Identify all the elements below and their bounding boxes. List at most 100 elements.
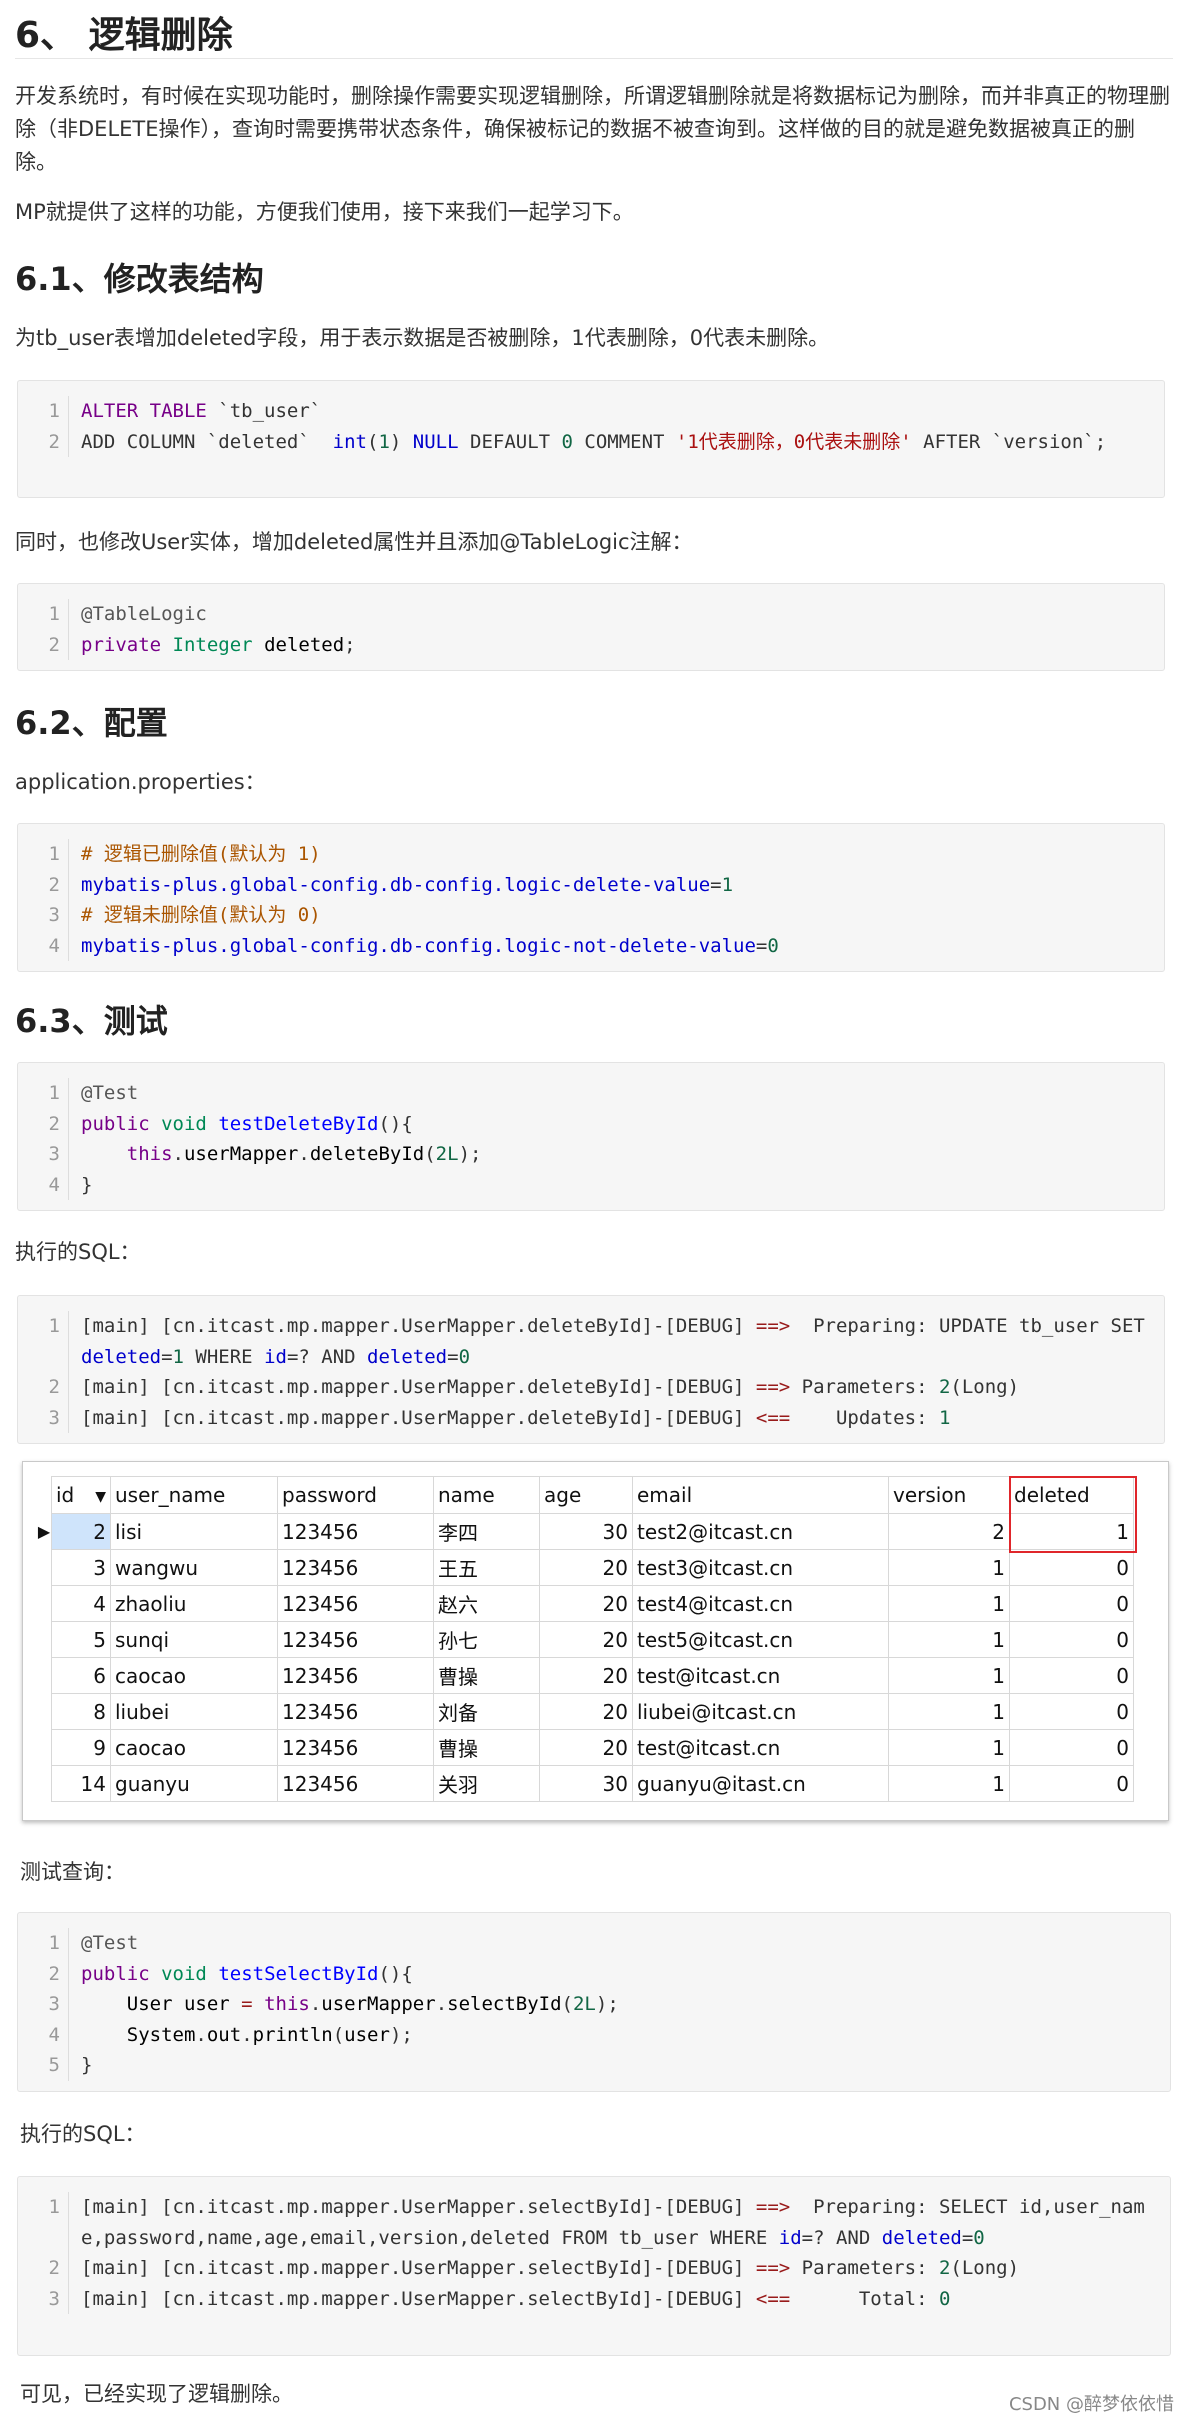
table-cell-user-name[interactable]: guanyu [110,1765,278,1802]
code-line: 2 private Integer deleted; [18,629,1164,660]
table-cell-user-name[interactable]: lisi [110,1513,278,1550]
table-cell-id[interactable]: 4 [51,1585,111,1622]
table-cell-age[interactable]: 20 [539,1657,633,1694]
column-header-email[interactable]: email [632,1476,889,1514]
subsection-title-6-3: 6.3、测试 [15,1002,168,1040]
table-cell-password[interactable]: 123456 [277,1693,434,1730]
column-header-name[interactable]: name [433,1476,540,1514]
column-header-password[interactable]: password [277,1476,434,1514]
table-cell-version[interactable]: 1 [888,1729,1010,1766]
table-cell-name[interactable]: 刘备 [433,1693,540,1730]
code-line: 3 User user = this.userMapper.selectById… [18,1989,1170,2020]
table-row[interactable]: 8 liubei 123456 刘备 20 liubei@itcast.cn 1 0 [37,1693,1134,1730]
section-title: 6、 逻辑删除 [15,15,233,56]
code-line: 1 @Test [18,1928,1170,1959]
table-cell-password[interactable]: 123456 [277,1621,434,1658]
footer-credit: CSDN @醉梦依依惜 [1008,2394,1174,2415]
table-cell-password[interactable]: 123456 [277,1657,434,1694]
table-row[interactable]: 14 guanyu 123456 关羽 30 guanyu@itast.cn 1 0 [37,1765,1134,1802]
table-cell-deleted[interactable]: 0 [1009,1585,1134,1622]
table-cell-id[interactable]: 5 [51,1621,111,1658]
table-cell-email[interactable]: test@itcast.cn [632,1729,889,1766]
table-cell-user-name[interactable]: wangwu [110,1549,278,1586]
column-header-age[interactable]: age [539,1476,633,1514]
table-cell-id[interactable]: 2 [51,1513,111,1550]
gutter-divider [68,1311,69,1372]
code-line: 3 [main] [cn.itcast.mp.mapper.UserMapper.… [18,2283,1170,2314]
table-cell-deleted[interactable]: 0 [1009,1729,1134,1766]
table-cell-version[interactable]: 1 [888,1549,1010,1586]
table-cell-name[interactable]: 王五 [433,1549,540,1586]
column-header-version[interactable]: version [888,1476,1010,1514]
column-header-user-name[interactable]: user_name [110,1476,278,1514]
gutter-divider [68,1928,69,1959]
table-cell-email[interactable]: test3@itcast.cn [632,1549,889,1586]
table-cell-deleted[interactable]: 0 [1009,1765,1134,1802]
table-cell-user-name[interactable]: caocao [110,1657,278,1694]
intro-paragraph-2: MP就提供了这样的功能，方便我们使用，接下来我们一起学习下。 [15,200,634,224]
code-text: ALTER TABLE `tb_user` [81,400,322,422]
table-row[interactable]: 5 sunqi 123456 孙七 20 test5@itcast.cn 1 0 [37,1621,1134,1658]
table-cell-email[interactable]: test2@itcast.cn [632,1513,889,1550]
code-text: [main] [cn.itcast.mp.mapper.UserMapper.d… [81,1376,1020,1398]
table-cell-password[interactable]: 123456 [277,1729,434,1766]
gutter-divider [68,2283,69,2314]
table-row[interactable]: 9 caocao 123456 曹操 20 test@itcast.cn 1 0 [37,1729,1134,1766]
table-row[interactable]: 6 caocao 123456 曹操 20 test@itcast.cn 1 0 [37,1657,1134,1694]
table-cell-name[interactable]: 曹操 [433,1657,540,1694]
table-cell-age[interactable]: 20 [539,1549,633,1586]
table-cell-user-name[interactable]: caocao [110,1729,278,1766]
table-cell-deleted[interactable]: 0 [1009,1657,1134,1694]
code-line: 2 mybatis-plus.global-config.db-config.lo… [18,869,1164,900]
table-cell-age[interactable]: 20 [539,1729,633,1766]
table-cell-id[interactable]: 6 [51,1657,111,1694]
table-cell-version[interactable]: 1 [888,1657,1010,1694]
table-cell-version[interactable]: 1 [888,1585,1010,1622]
table-cell-user-name[interactable]: sunqi [110,1621,278,1658]
table-cell-deleted[interactable]: 0 [1009,1693,1134,1730]
table-cell-age[interactable]: 30 [539,1513,633,1550]
table-cell-age[interactable]: 20 [539,1693,633,1730]
gutter-divider [68,426,69,457]
table-cell-password[interactable]: 123456 [277,1765,434,1802]
table-cell-name[interactable]: 赵六 [433,1585,540,1622]
table-cell-id[interactable]: 14 [51,1765,111,1802]
column-header-id[interactable]: id ▼ [51,1476,111,1514]
table-cell-name[interactable]: 孙七 [433,1621,540,1658]
table-cell-user-name[interactable]: liubei [110,1693,278,1730]
table-cell-email[interactable]: liubei@itcast.cn [632,1693,889,1730]
table-cell-age[interactable]: 20 [539,1621,633,1658]
table-cell-version[interactable]: 2 [888,1513,1010,1550]
table-cell-name[interactable]: 关羽 [433,1765,540,1802]
table-cell-age[interactable]: 20 [539,1585,633,1622]
code-text: } [81,1173,93,1196]
table-row[interactable]: 4 zhaoliu 123456 赵六 20 test4@itcast.cn 1 0 [37,1585,1134,1622]
table-cell-deleted[interactable]: 0 [1009,1549,1134,1586]
sort-desc-icon: ▼ [95,1489,106,1505]
code-block-sql-select: 1 [main] [cn.itcast.mp.mapper.UserMapper.… [17,2176,1171,2356]
table-cell-password[interactable]: 123456 [277,1585,434,1622]
table-cell-password[interactable]: 123456 [277,1513,434,1550]
table-cell-password[interactable]: 123456 [277,1549,434,1586]
gutter-divider [68,1989,69,2020]
row-marker [37,1729,52,1766]
table-cell-version[interactable]: 1 [888,1765,1010,1802]
table-cell-name[interactable]: 李四 [433,1513,540,1550]
table-cell-email[interactable]: test4@itcast.cn [632,1585,889,1622]
table-cell-id[interactable]: 8 [51,1693,111,1730]
table-cell-age[interactable]: 30 [539,1765,633,1802]
table-cell-email[interactable]: test@itcast.cn [632,1657,889,1694]
table-row[interactable]: 3 wangwu 123456 王五 20 test3@itcast.cn 1 0 [37,1549,1134,1586]
table-cell-email[interactable]: guanyu@itast.cn [632,1765,889,1802]
code-line: 2 public void testDeleteById(){ [18,1108,1164,1139]
table-cell-version[interactable]: 1 [888,1693,1010,1730]
table-cell-id[interactable]: 3 [51,1549,111,1586]
table-cell-user-name[interactable]: zhaoliu [110,1585,278,1622]
table-cell-deleted[interactable]: 0 [1009,1621,1134,1658]
table-cell-email[interactable]: test5@itcast.cn [632,1621,889,1658]
table-cell-name[interactable]: 曹操 [433,1729,540,1766]
table-cell-id[interactable]: 9 [51,1729,111,1766]
table-cell-version[interactable]: 1 [888,1621,1010,1658]
table-row[interactable]: ▶ 2 lisi 123456 李四 30 test2@itcast.cn 2 1 [37,1513,1134,1550]
code-text: @TableLogic [81,603,207,625]
